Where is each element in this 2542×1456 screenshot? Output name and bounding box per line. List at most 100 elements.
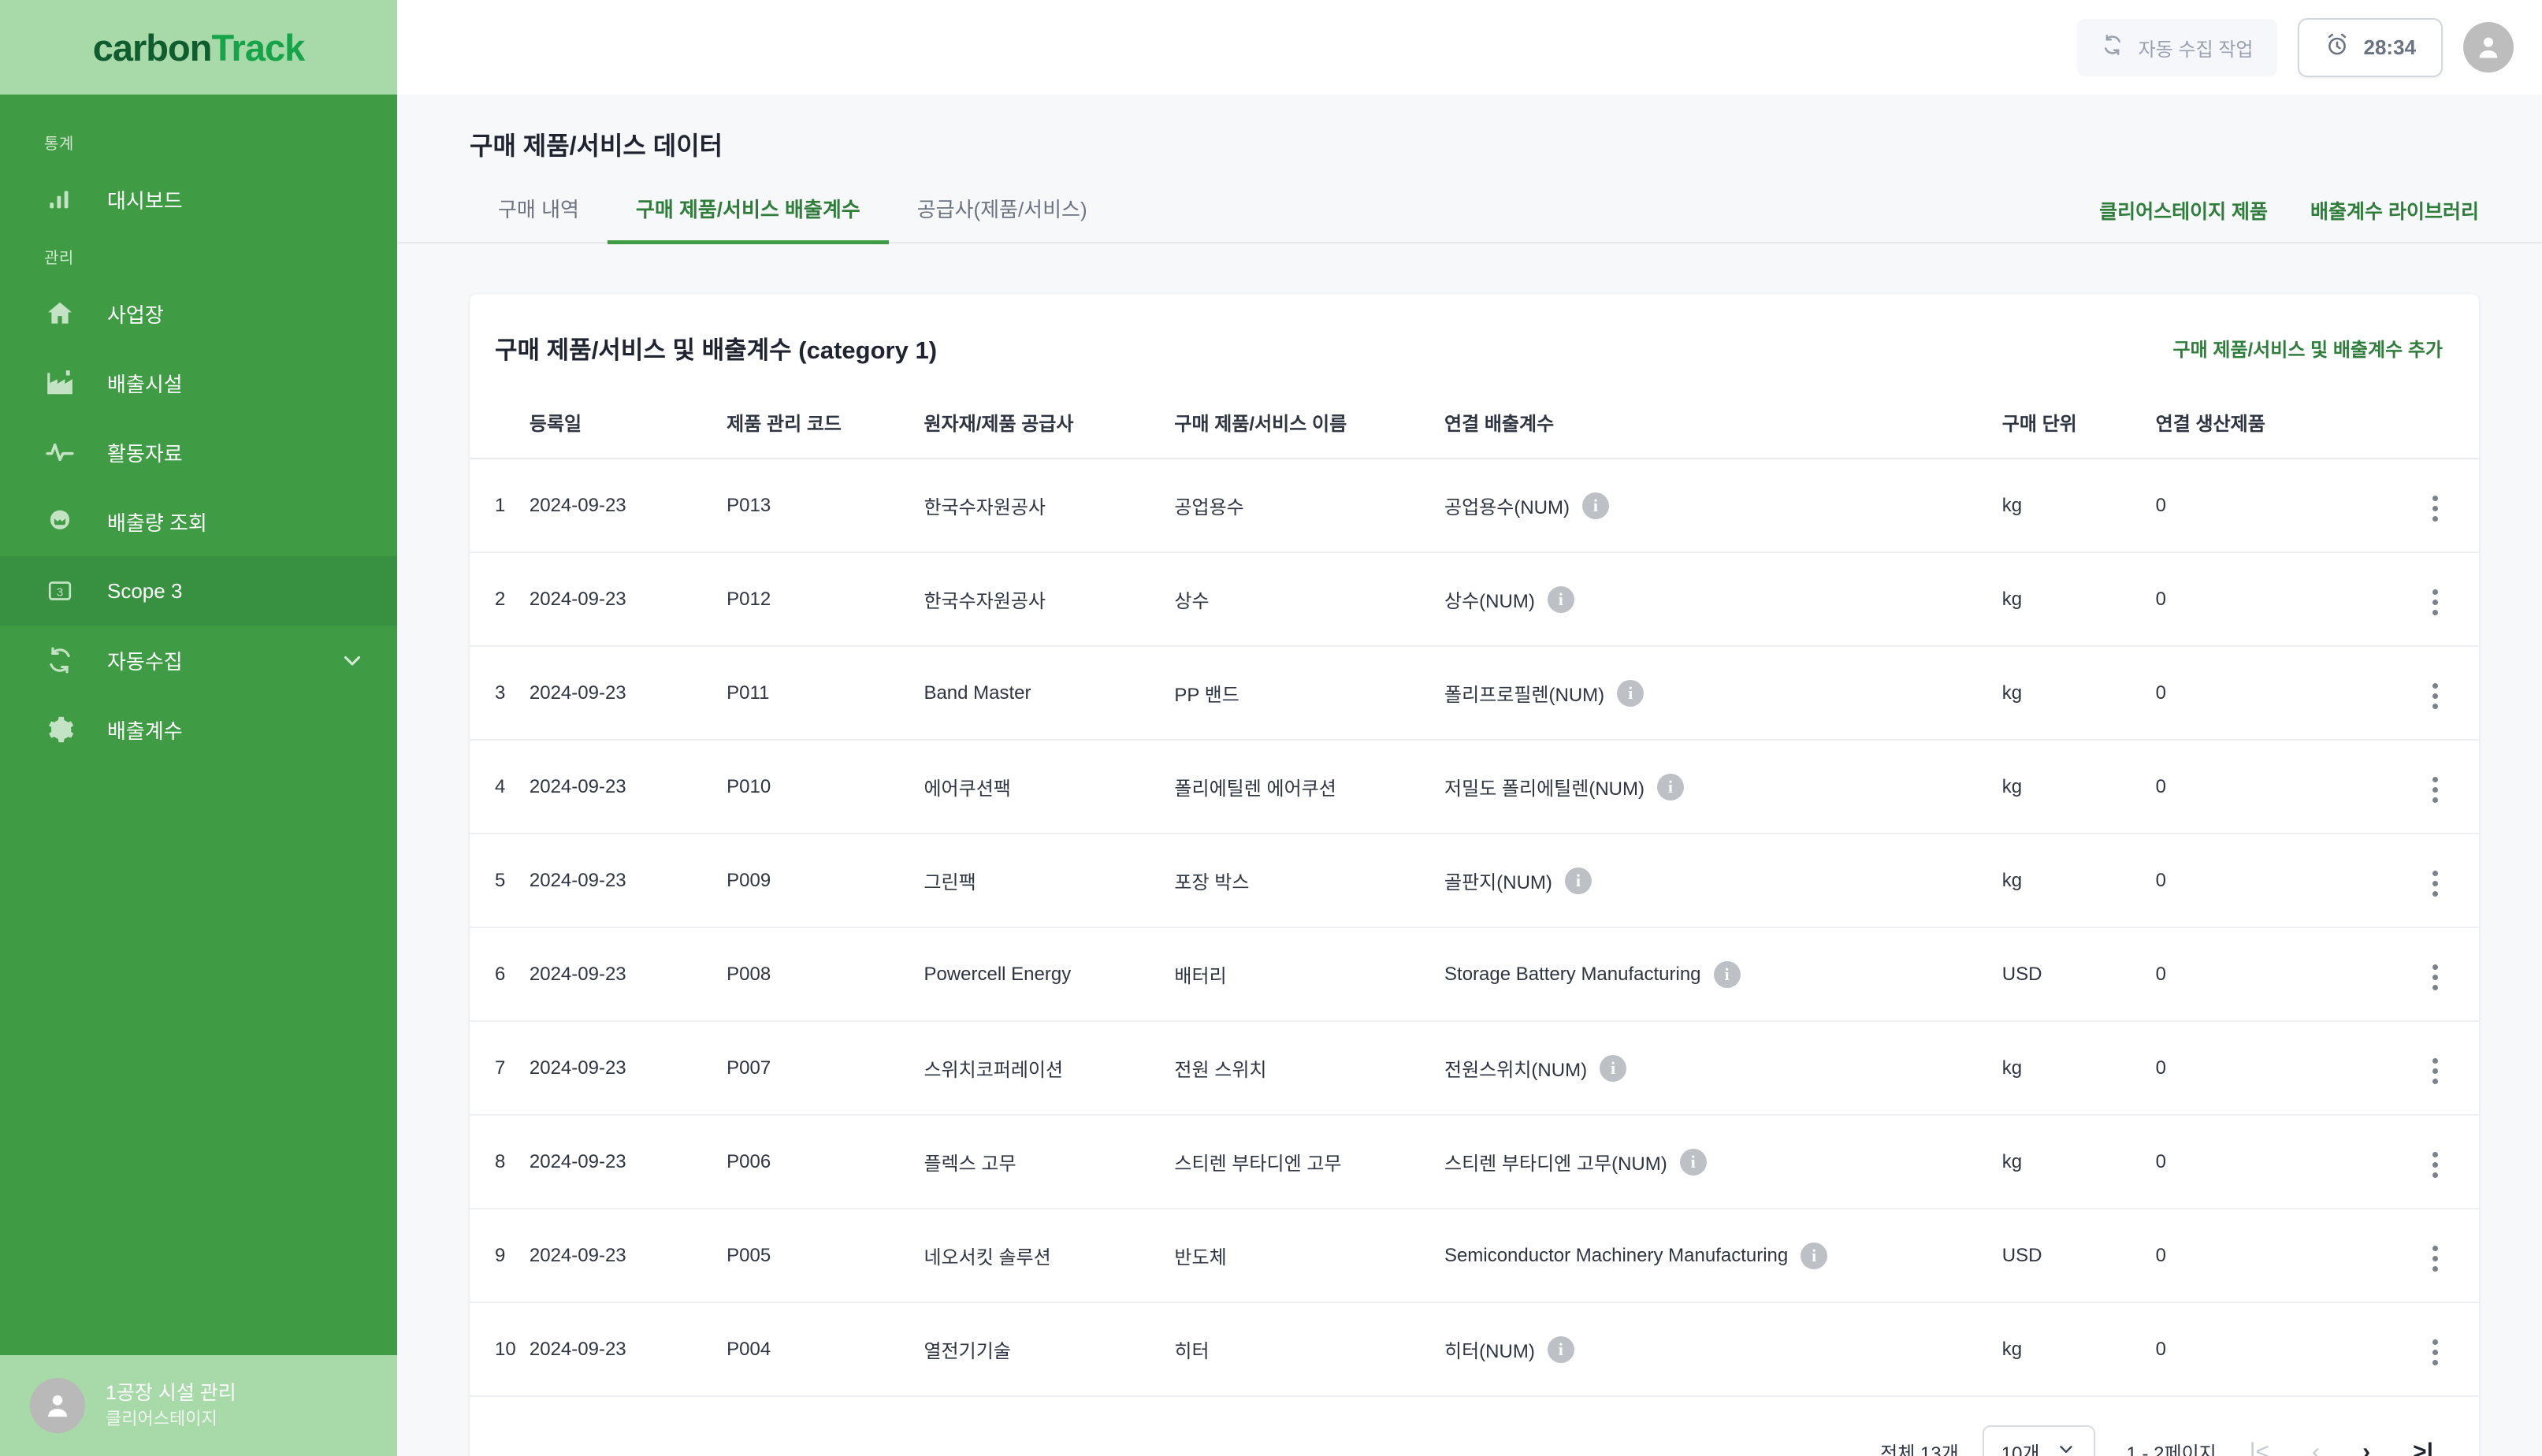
sidebar-item-auto-collect[interactable]: 자동수집 xyxy=(0,626,397,695)
info-icon[interactable]: i xyxy=(1679,1148,1707,1176)
cell-product-code: P008 xyxy=(727,927,924,1022)
tab-list: 구매 내역 구매 제품/서비스 배출계수 공급사(제품/서비스) xyxy=(470,194,1116,244)
chevron-down-icon[interactable] xyxy=(339,647,366,674)
kebab-menu-icon[interactable] xyxy=(2428,866,2443,901)
top-bar: 자동 수집 작업 28:34 xyxy=(397,0,2542,95)
sidebar-item-dashboard[interactable]: 대시보드 xyxy=(0,165,397,234)
info-icon[interactable]: i xyxy=(1617,679,1644,707)
last-page-button[interactable]: >| xyxy=(2403,1436,2443,1456)
table-row[interactable]: 8 2024-09-23 P006 플렉스 고무 스티렌 부타디엔 고무 스티렌 부타디엔… xyxy=(470,1115,2479,1209)
cell-emission-factor: 상수(NUM) i xyxy=(1444,552,2002,647)
table-row[interactable]: 9 2024-09-23 P005 네오서킷 솔루션 반도체 Semiconductor … xyxy=(470,1209,2479,1303)
table-row[interactable]: 4 2024-09-23 P010 에어쿠션팩 폴리에틸렌 에어쿠션 저밀도 폴리에틸렌(… xyxy=(470,740,2479,834)
cell-reg-date: 2024-09-23 xyxy=(529,646,727,741)
tab-purchase-history[interactable]: 구매 내역 xyxy=(470,194,608,244)
add-purchase-emission-factor-button[interactable]: 구매 제품/서비스 및 배출계수 추가 xyxy=(2173,334,2443,362)
cell-reg-date: 2024-09-23 xyxy=(529,1021,727,1116)
info-icon[interactable]: i xyxy=(1801,1242,1828,1269)
cell-linked-product: 0 xyxy=(2155,1021,2358,1116)
cell-product-name: 배터리 xyxy=(1174,927,1445,1022)
table-row[interactable]: 1 2024-09-23 P013 한국수자원공사 공업용수 공업용수(NUM) i kg 0 xyxy=(470,459,2479,553)
user-avatar-button[interactable] xyxy=(2463,22,2514,72)
sidebar-item-workplace[interactable]: 사업장 xyxy=(0,279,397,348)
cell-actions xyxy=(2358,646,2479,741)
page-size-select[interactable]: 10개 xyxy=(1982,1425,2095,1456)
kebab-menu-icon[interactable] xyxy=(2428,1241,2443,1276)
cell-supplier: 스위치코퍼레이션 xyxy=(924,1021,1175,1116)
pagination-total: 전체 13개 xyxy=(1880,1443,1959,1456)
cell-emission-factor: Semiconductor Machinery Manufacturing i xyxy=(1444,1209,2002,1303)
card-header: 구매 제품/서비스 및 배출계수 (category 1) 구매 제품/서비스 … xyxy=(470,294,2479,397)
tabs-row: 구매 내역 구매 제품/서비스 배출계수 공급사(제품/서비스) 클리어스테이지… xyxy=(397,162,2542,244)
cell-reg-date: 2024-09-23 xyxy=(529,459,727,553)
cell-reg-date: 2024-09-23 xyxy=(529,1209,727,1303)
cell-emission-factor: Storage Battery Manufacturing i xyxy=(1444,927,2002,1022)
cell-index: 10 xyxy=(470,1302,530,1397)
kebab-menu-icon[interactable] xyxy=(2428,772,2443,808)
cell-reg-date: 2024-09-23 xyxy=(529,1115,727,1209)
cell-linked-product: 0 xyxy=(2155,1209,2358,1303)
kebab-menu-icon[interactable] xyxy=(2428,585,2443,620)
cell-purchase-unit: USD xyxy=(2001,1209,2156,1303)
next-page-button[interactable]: › xyxy=(2353,1436,2380,1456)
first-page-button[interactable]: |< xyxy=(2240,1436,2279,1456)
kebab-menu-icon[interactable] xyxy=(2428,1053,2443,1089)
sidebar-user-profile[interactable]: 1공장 시설 관리 클리어스테이지 xyxy=(0,1355,397,1456)
sidebar-item-label: 자동수집 xyxy=(107,649,183,674)
link-emission-factor-library[interactable]: 배출계수 라이브러리 xyxy=(2310,196,2479,225)
sidebar-item-scope3[interactable]: 3 Scope 3 xyxy=(0,556,397,626)
kebab-menu-icon[interactable] xyxy=(2428,960,2443,995)
sidebar-section-management: 관리 xyxy=(44,250,74,267)
cell-supplier: 한국수자원공사 xyxy=(924,459,1175,553)
kebab-menu-icon[interactable] xyxy=(2428,1147,2443,1183)
sidebar-item-emission-lookup[interactable]: 배출량 조회 xyxy=(0,487,397,556)
tab-purchase-emission-factor[interactable]: 구매 제품/서비스 배출계수 xyxy=(607,194,889,244)
cell-product-name: PP 밴드 xyxy=(1174,646,1445,741)
cell-index: 5 xyxy=(470,834,530,928)
factory-icon xyxy=(38,368,82,398)
cell-purchase-unit: USD xyxy=(2001,927,2156,1022)
table-row[interactable]: 3 2024-09-23 P011 Band Master PP 밴드 폴리프로필렌(NU… xyxy=(470,646,2479,741)
cell-purchase-unit: kg xyxy=(2001,1302,2156,1397)
cell-product-code: P005 xyxy=(727,1209,924,1303)
cell-linked-product: 0 xyxy=(2155,740,2358,834)
cell-supplier: 에어쿠션팩 xyxy=(924,740,1175,834)
tab-supplier[interactable]: 공급사(제품/서비스) xyxy=(889,194,1116,244)
cell-linked-product: 0 xyxy=(2155,552,2358,647)
sidebar-item-activity-data[interactable]: 활동자료 xyxy=(0,418,397,487)
session-timer-button[interactable]: 28:34 xyxy=(2297,17,2443,77)
brand-logo[interactable]: carbon Track xyxy=(0,0,397,95)
prev-page-button[interactable]: ‹ xyxy=(2302,1436,2329,1456)
kebab-menu-icon[interactable] xyxy=(2428,678,2443,714)
chevron-down-icon xyxy=(2056,1439,2076,1456)
info-icon[interactable]: i xyxy=(1547,585,1574,613)
avatar xyxy=(30,1378,85,1433)
sidebar-item-emission-facility[interactable]: 배출시설 xyxy=(0,348,397,418)
info-icon[interactable]: i xyxy=(1547,1335,1574,1363)
info-icon[interactable]: i xyxy=(1564,867,1592,894)
table-row[interactable]: 6 2024-09-23 P008 Powercell Energy 배터리 Storag… xyxy=(470,927,2479,1022)
table-row[interactable]: 2 2024-09-23 P012 한국수자원공사 상수 상수(NUM) i kg 0 xyxy=(470,552,2479,647)
cell-actions xyxy=(2358,1302,2479,1397)
kebab-menu-icon[interactable] xyxy=(2428,1335,2443,1370)
info-icon[interactable]: i xyxy=(1713,960,1741,988)
info-icon[interactable]: i xyxy=(1656,773,1684,800)
cell-supplier: 그린팩 xyxy=(924,834,1175,928)
cloud-icon xyxy=(38,507,82,537)
cell-purchase-unit: kg xyxy=(2001,1021,2156,1116)
cell-index: 8 xyxy=(470,1115,530,1209)
table-row[interactable]: 5 2024-09-23 P009 그린팩 포장 박스 골판지(NUM) i kg 0 xyxy=(470,834,2479,928)
sidebar: carbon Track 통계 대시보드 관리 사업장 배출시설 활동자료 배출… xyxy=(0,0,397,1456)
table-row[interactable]: 7 2024-09-23 P007 스위치코퍼레이션 전원 스위치 전원스위치(NUM) i… xyxy=(470,1021,2479,1116)
kebab-menu-icon[interactable] xyxy=(2428,491,2443,526)
col-actions xyxy=(2358,397,2479,459)
link-clearstage-product[interactable]: 클리어스테이지 제품 xyxy=(2099,196,2268,225)
info-icon[interactable]: i xyxy=(1600,1054,1627,1082)
cell-product-name: 상수 xyxy=(1174,552,1445,647)
info-icon[interactable]: i xyxy=(1581,492,1609,519)
sidebar-item-emission-factor[interactable]: 배출계수 xyxy=(0,695,397,764)
cell-emission-factor: 히터(NUM) i xyxy=(1444,1302,2002,1397)
col-purchase-unit: 구매 단위 xyxy=(2001,397,2156,459)
table-row[interactable]: 10 2024-09-23 P004 열전기기술 히터 히터(NUM) i kg 0 xyxy=(470,1302,2479,1397)
auto-collect-job-button[interactable]: 자동 수집 작업 xyxy=(2076,18,2277,76)
